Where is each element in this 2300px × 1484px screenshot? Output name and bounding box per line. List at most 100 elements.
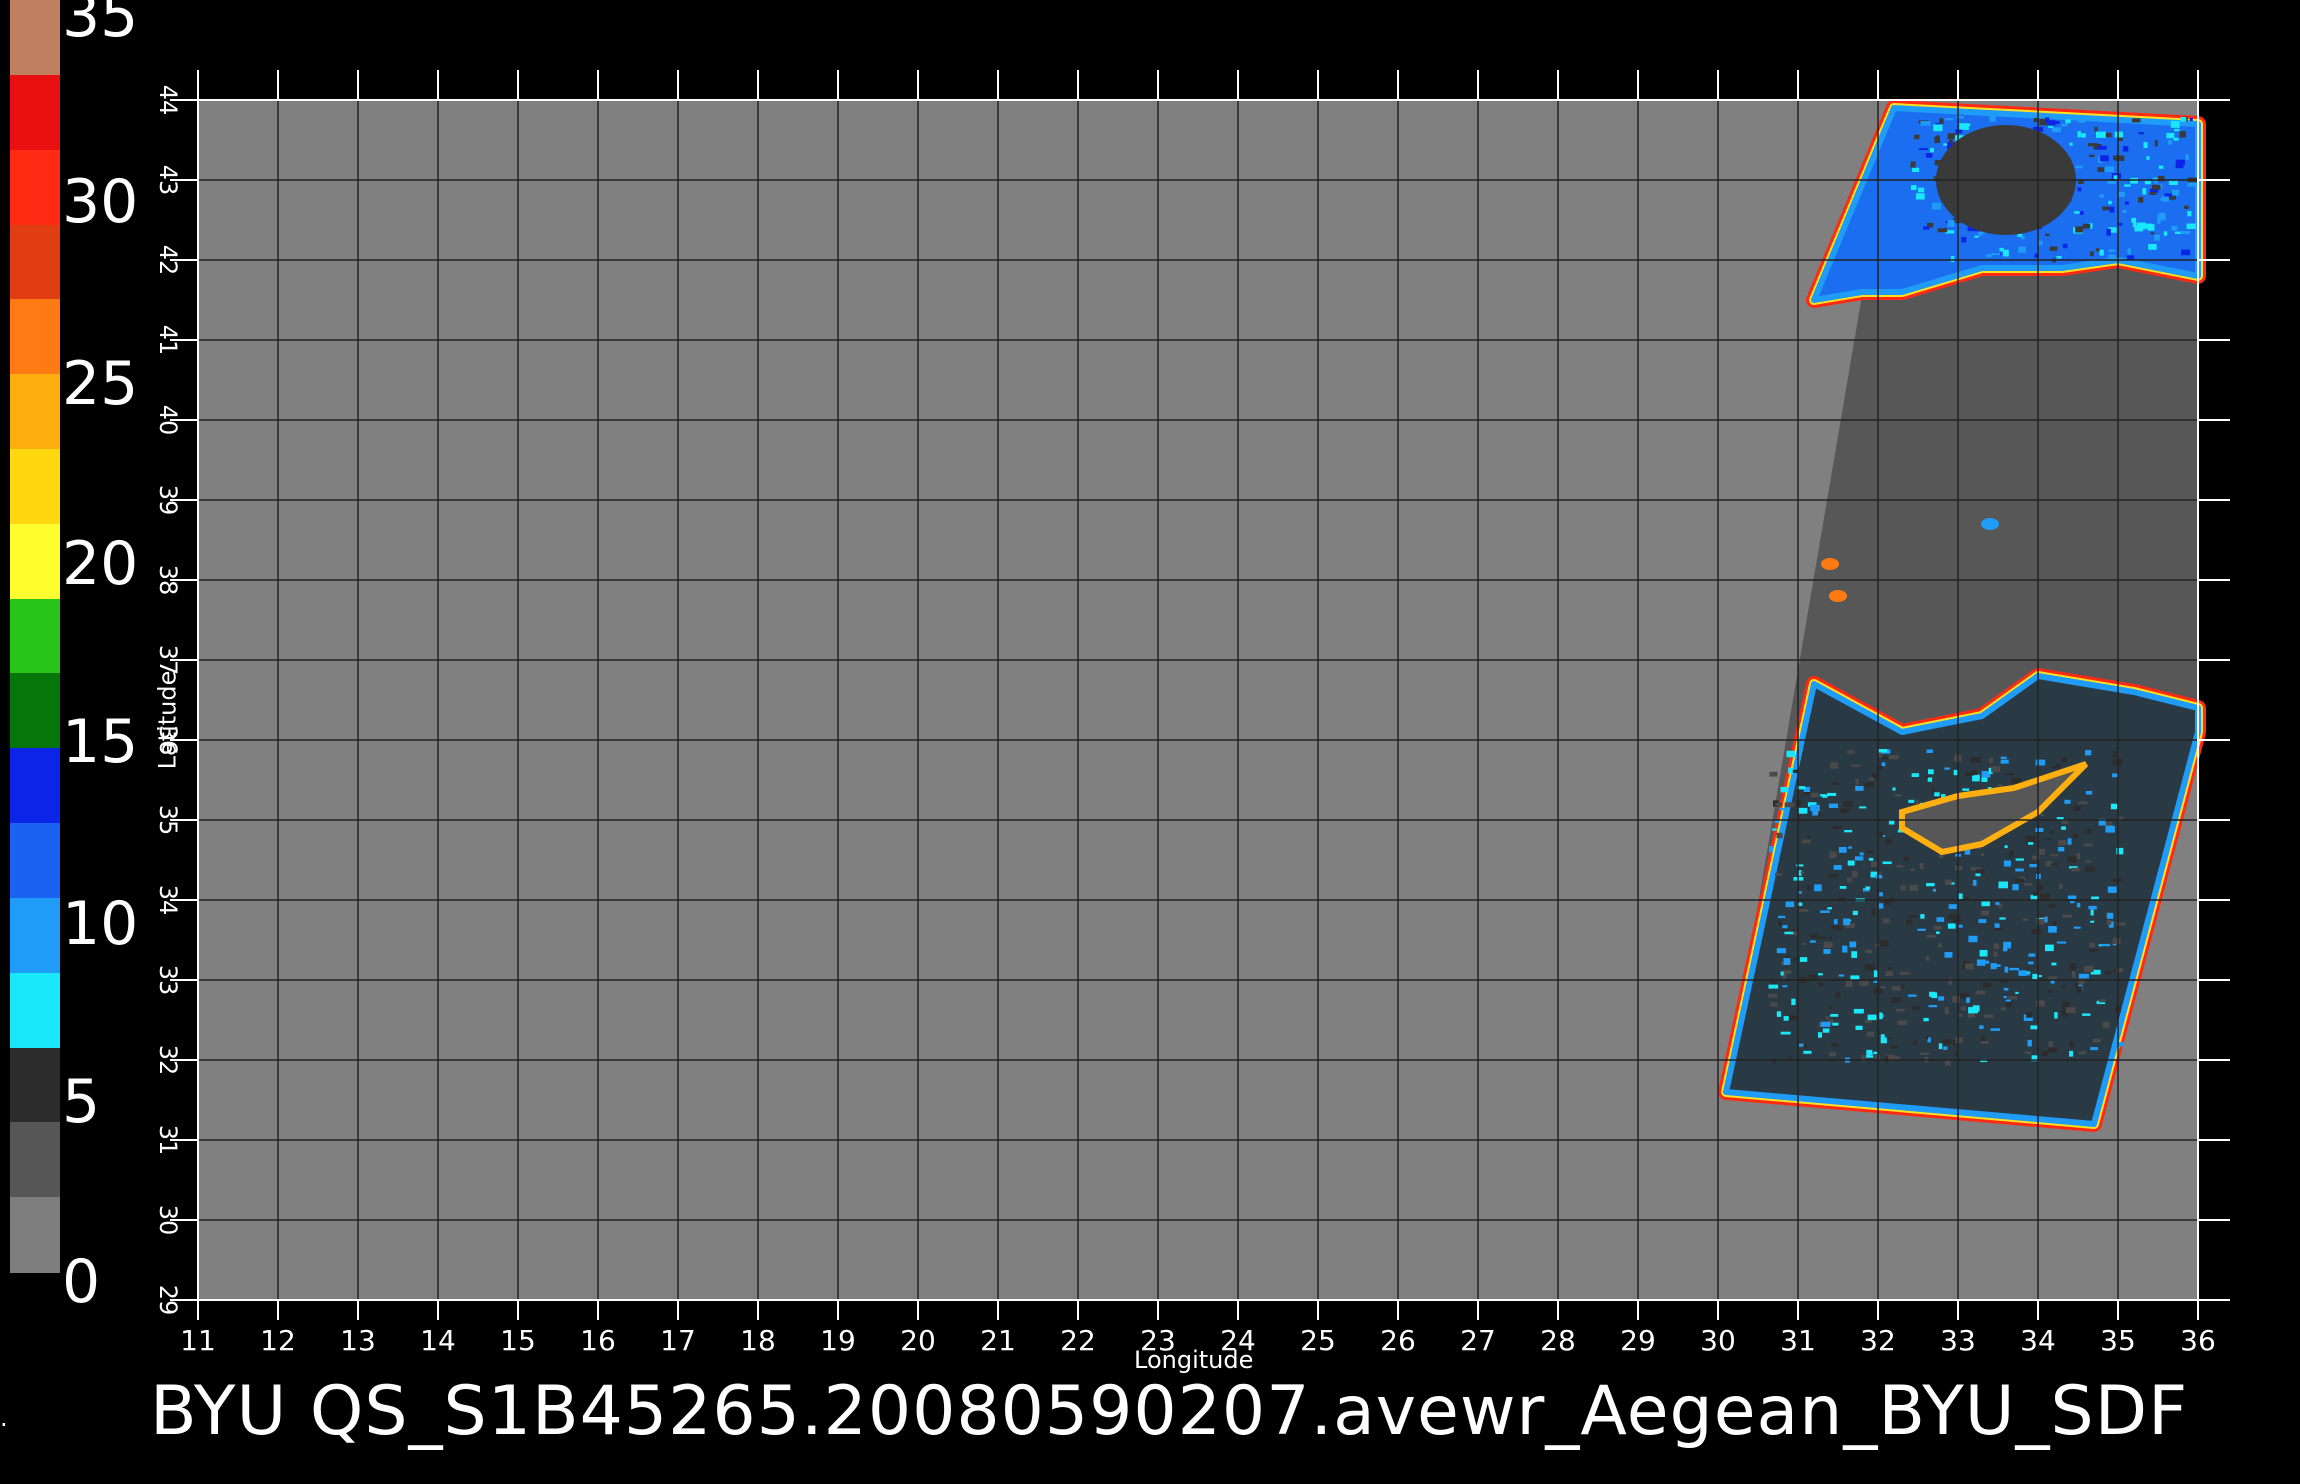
mediterranean-speckle bbox=[2086, 829, 2092, 834]
mediterranean-speckle bbox=[1866, 1049, 1873, 1055]
mediterranean-speckle bbox=[1925, 1035, 1929, 1040]
colorbar-label-5: 5 bbox=[62, 1067, 101, 1137]
black-sea-speckle bbox=[2144, 180, 2151, 185]
colorbar-label-20: 20 bbox=[62, 529, 139, 599]
mediterranean-speckle bbox=[2112, 878, 2122, 882]
mediterranean-speckle bbox=[1801, 839, 1811, 844]
mediterranean-speckle bbox=[2085, 750, 2092, 756]
mediterranean-speckle bbox=[2009, 967, 2019, 971]
mediterranean-speckle bbox=[2015, 858, 2024, 861]
colorbar-band bbox=[10, 972, 60, 1049]
lon-tick-label: 35 bbox=[2100, 1324, 2136, 1357]
mediterranean-speckle bbox=[1865, 886, 1871, 890]
mediterranean-speckle bbox=[1972, 774, 1980, 782]
mediterranean-speckle bbox=[2015, 991, 2019, 994]
black-sea-speckle bbox=[2162, 195, 2169, 202]
mediterranean-speckle bbox=[2031, 928, 2042, 934]
mediterranean-speckle bbox=[2048, 926, 2057, 933]
mediterranean-speckle bbox=[2078, 801, 2088, 805]
black-sea-speckle bbox=[2061, 123, 2068, 127]
black-sea-speckle bbox=[2082, 223, 2091, 229]
black-sea-speckle bbox=[2089, 154, 2095, 157]
black-sea-speckle bbox=[2166, 132, 2175, 139]
mediterranean-speckle bbox=[1983, 982, 1992, 988]
mediterranean-speckle bbox=[1909, 884, 1919, 891]
mediterranean-speckle bbox=[2076, 986, 2082, 993]
black-sea-speckle bbox=[1937, 228, 1948, 233]
mediterranean-speckle bbox=[1926, 935, 1937, 938]
mediterranean-speckle bbox=[1803, 1050, 1812, 1054]
lon-tick-label: 18 bbox=[740, 1324, 776, 1357]
black-sea-speckle bbox=[2106, 228, 2111, 236]
mediterranean-speckle bbox=[2061, 826, 2066, 830]
mediterranean-speckle bbox=[2058, 840, 2067, 846]
mediterranean-speckle bbox=[2049, 830, 2055, 834]
mediterranean-speckle bbox=[1864, 963, 1875, 971]
mediterranean-speckle bbox=[2035, 827, 2044, 832]
mediterranean-speckle bbox=[2082, 1013, 2091, 1016]
mediterranean-speckle bbox=[1944, 952, 1953, 958]
black-sea-speckle bbox=[2184, 205, 2189, 209]
colorbar-band bbox=[10, 224, 60, 301]
mediterranean-speckle bbox=[1911, 773, 1919, 777]
mediterranean-speckle bbox=[1972, 770, 1978, 776]
mediterranean-speckle bbox=[1819, 936, 1827, 939]
colorbar-band bbox=[10, 0, 60, 76]
mediterranean-speckle bbox=[2045, 944, 2054, 952]
mediterranean-speckle bbox=[1981, 1036, 1986, 1041]
mediterranean-speckle bbox=[2073, 806, 2081, 811]
mediterranean-speckle bbox=[2090, 909, 2094, 916]
black-sea-speckle bbox=[2163, 231, 2168, 236]
lon-tick-label: 12 bbox=[260, 1324, 296, 1357]
mediterranean-speckle bbox=[2008, 996, 2017, 1000]
mediterranean-speckle bbox=[2089, 949, 2100, 952]
mediterranean-speckle bbox=[2067, 838, 2072, 845]
mediterranean-speckle bbox=[1934, 792, 1940, 797]
black-sea-speckle bbox=[2096, 145, 2107, 150]
black-sea-speckle bbox=[2087, 143, 2098, 147]
mediterranean-speckle bbox=[1798, 1043, 1804, 1047]
lon-tick-label: 28 bbox=[1540, 1324, 1576, 1357]
mediterranean-speckle bbox=[2059, 884, 2063, 890]
mediterranean-speckle bbox=[2085, 866, 2096, 872]
lon-tick-label: 22 bbox=[1060, 1324, 1096, 1357]
black-sea-speckle bbox=[2075, 226, 2083, 233]
mediterranean-speckle bbox=[1784, 802, 1795, 808]
black-sea-speckle bbox=[2181, 249, 2191, 256]
black-sea-speckle bbox=[2069, 142, 2073, 146]
mediterranean-speckle bbox=[1859, 806, 1867, 809]
lon-tick-label: 33 bbox=[1940, 1324, 1976, 1357]
black-sea-speckle bbox=[2167, 140, 2173, 145]
mediterranean-speckle bbox=[2024, 883, 2033, 886]
mediterranean-speckle bbox=[1958, 893, 1963, 899]
mediterranean-speckle bbox=[1833, 865, 1842, 870]
mediterranean-speckle bbox=[1981, 777, 1988, 782]
black-sea-speckle bbox=[2174, 128, 2180, 132]
mediterranean-speckle bbox=[1948, 904, 1957, 909]
mediterranean-speckle bbox=[1947, 923, 1956, 929]
mediterranean-speckle bbox=[2078, 1051, 2087, 1055]
mediterranean-speckle bbox=[1855, 778, 1859, 785]
mediterranean-speckle bbox=[1967, 1013, 1975, 1018]
mediterranean-speckle bbox=[1802, 942, 1806, 945]
mediterranean-speckle bbox=[1810, 804, 1820, 812]
mediterranean-speckle bbox=[2098, 999, 2106, 1003]
black-sea-speckle bbox=[2051, 127, 2061, 133]
black-sea-speckle bbox=[2150, 232, 2155, 235]
mediterranean-speckle bbox=[1869, 777, 1874, 781]
mediterranean-speckle bbox=[2025, 835, 2036, 843]
mediterranean-speckle bbox=[1832, 1022, 1839, 1026]
mediterranean-speckle bbox=[1780, 786, 1789, 793]
black-sea-speckle bbox=[1961, 123, 1971, 127]
black-sea-speckle bbox=[2146, 156, 2150, 160]
mediterranean-speckle bbox=[1800, 871, 1805, 874]
lon-tick-label: 21 bbox=[980, 1324, 1016, 1357]
black-sea-speckle bbox=[1949, 224, 1955, 227]
black-sea-speckle bbox=[1989, 116, 1996, 122]
mediterranean-speckle bbox=[2004, 845, 2008, 849]
mediterranean-speckle bbox=[1881, 756, 1889, 760]
mediterranean-speckle bbox=[1999, 917, 2006, 920]
mediterranean-speckle bbox=[1994, 928, 2003, 931]
mediterranean-speckle bbox=[1917, 928, 1926, 931]
mediterranean-speckle bbox=[1882, 918, 1890, 924]
